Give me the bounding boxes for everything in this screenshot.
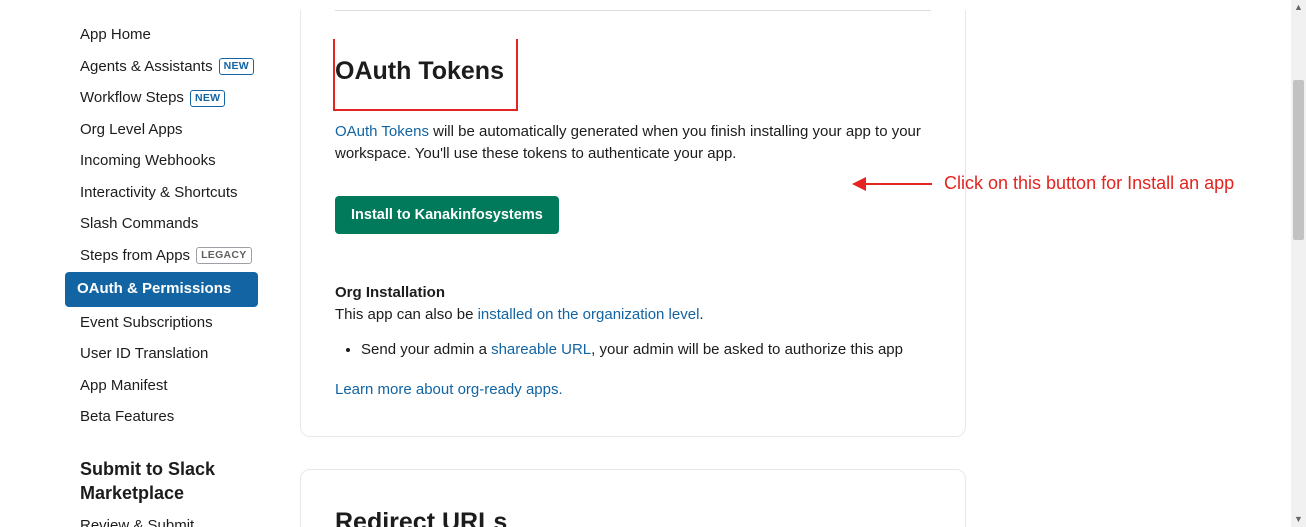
oauth-heading-highlight: OAuth Tokens xyxy=(333,39,518,111)
main-content: OAuth Tokens OAuth Tokens will be automa… xyxy=(300,0,1306,527)
marketplace-header: Submit to Slack Marketplace xyxy=(70,451,300,512)
sidebar-item-label: Interactivity & Shortcuts xyxy=(80,182,238,205)
sidebar-item-beta-features[interactable]: Beta Features xyxy=(70,402,300,433)
sidebar-item-event-subscriptions[interactable]: Event Subscriptions xyxy=(70,308,300,339)
sidebar-item-org-level-apps[interactable]: Org Level Apps xyxy=(70,115,300,146)
vertical-scrollbar[interactable]: ▲ ▼ xyxy=(1291,0,1306,527)
scroll-down-icon[interactable]: ▼ xyxy=(1291,512,1306,527)
redirect-urls-heading: Redirect URLs xyxy=(335,504,931,527)
sidebar-item-agents-assistants[interactable]: Agents & Assistants NEW xyxy=(70,52,300,83)
annotation-text: Click on this button for Install an app xyxy=(944,170,1234,197)
sidebar-item-label: Beta Features xyxy=(80,406,174,429)
shareable-url-link[interactable]: shareable URL xyxy=(491,341,591,358)
sidebar-item-app-manifest[interactable]: App Manifest xyxy=(70,371,300,402)
sidebar-item-label: Review & Submit xyxy=(80,515,194,527)
sidebar-item-steps-from-apps[interactable]: Steps from Apps LEGACY xyxy=(70,241,300,272)
sidebar-item-label: Org Level Apps xyxy=(80,119,183,142)
oauth-description: OAuth Tokens will be automatically gener… xyxy=(335,121,931,166)
install-button[interactable]: Install to Kanakinfosystems xyxy=(335,196,559,234)
sidebar-item-review-submit[interactable]: Review & Submit xyxy=(70,511,300,527)
oauth-tokens-card: OAuth Tokens OAuth Tokens will be automa… xyxy=(300,10,966,437)
sidebar-item-label: Incoming Webhooks xyxy=(80,150,216,173)
sidebar-item-interactivity-shortcuts[interactable]: Interactivity & Shortcuts xyxy=(70,178,300,209)
sidebar-item-label: Steps from Apps xyxy=(80,245,190,268)
divider xyxy=(335,10,931,11)
badge-new: NEW xyxy=(190,90,225,107)
sidebar-item-user-id-translation[interactable]: User ID Translation xyxy=(70,339,300,370)
sidebar-item-label: Workflow Steps xyxy=(80,87,184,110)
sidebar: App Home Agents & Assistants NEW Workflow… xyxy=(0,0,300,527)
org-installation-text: This app can also be installed on the or… xyxy=(335,304,931,327)
badge-legacy: LEGACY xyxy=(196,247,252,264)
sidebar-item-label: User ID Translation xyxy=(80,343,208,366)
scroll-up-icon[interactable]: ▲ xyxy=(1291,0,1306,15)
oauth-tokens-heading: OAuth Tokens xyxy=(335,53,504,91)
sidebar-item-label: Event Subscriptions xyxy=(80,312,213,335)
sidebar-item-oauth-permissions[interactable]: OAuth & Permissions xyxy=(65,272,258,307)
sidebar-item-workflow-steps[interactable]: Workflow Steps NEW xyxy=(70,83,300,114)
list-item: Send your admin a shareable URL, your ad… xyxy=(361,339,931,362)
oauth-tokens-link[interactable]: OAuth Tokens xyxy=(335,123,429,140)
scrollbar-thumb[interactable] xyxy=(1293,80,1304,240)
org-level-install-link[interactable]: installed on the organization level xyxy=(478,306,700,323)
sidebar-item-slash-commands[interactable]: Slash Commands xyxy=(70,209,300,240)
org-installation-heading: Org Installation xyxy=(335,282,931,305)
sidebar-item-incoming-webhooks[interactable]: Incoming Webhooks xyxy=(70,146,300,177)
sidebar-item-label: App Manifest xyxy=(80,375,168,398)
sidebar-item-label: Agents & Assistants xyxy=(80,56,213,79)
sidebar-item-label: App Home xyxy=(80,24,151,47)
sidebar-item-label: OAuth & Permissions xyxy=(77,278,231,301)
org-install-bullets: Send your admin a shareable URL, your ad… xyxy=(361,339,931,362)
sidebar-item-label: Slash Commands xyxy=(80,213,198,236)
redirect-urls-card: Redirect URLs xyxy=(300,469,966,527)
learn-more-link[interactable]: Learn more about org-ready apps. xyxy=(335,379,931,402)
badge-new: NEW xyxy=(219,58,254,75)
sidebar-item-app-home[interactable]: App Home xyxy=(70,20,300,51)
